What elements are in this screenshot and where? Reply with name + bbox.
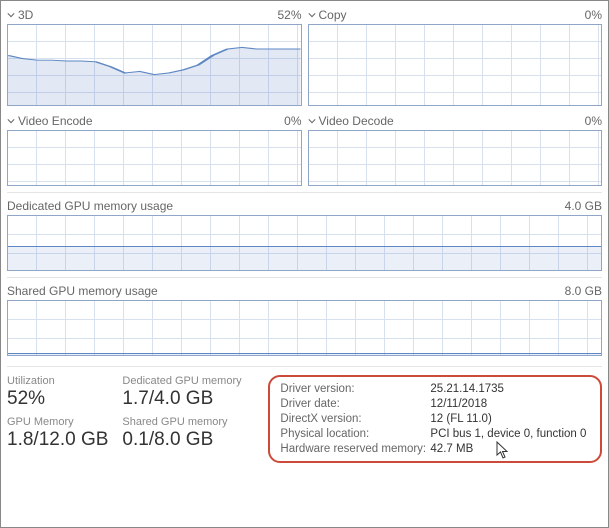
chart-encode-dropdown[interactable]: Video Encode (7, 114, 93, 128)
shared-mem-cap: 8.0 GB (565, 284, 602, 298)
location-value: PCI bus 1, device 0, function 0 (430, 428, 590, 440)
chevron-down-icon (7, 11, 15, 19)
chevron-down-icon (7, 117, 15, 125)
chart-3d-dropdown[interactable]: 3D (7, 8, 33, 22)
driver-date-label: Driver date: (280, 398, 430, 410)
chart-decode: Video Decode 0% (308, 112, 603, 186)
directx-value: 12 (FL 11.0) (430, 413, 590, 425)
chart-3d: 3D 52% (7, 6, 302, 106)
chart-decode-canvas (308, 130, 603, 186)
chart-encode-canvas (7, 130, 302, 186)
dedicated-mem-canvas (7, 215, 602, 271)
shared-mem-label: Shared GPU memory usage (7, 284, 158, 298)
chart-encode-label: Video Encode (18, 114, 93, 128)
chart-3d-label: 3D (18, 8, 33, 22)
utilization-value: 52% (7, 388, 108, 410)
reserved-label: Hardware reserved memory: (280, 443, 430, 455)
shared-mem-header: Shared GPU memory usage 8.0 GB (7, 277, 602, 300)
chart-encode-pct: 0% (284, 114, 301, 128)
chart-encode: Video Encode 0% (7, 112, 302, 186)
stats-row: Utilization 52% GPU Memory 1.8/12.0 GB D… (7, 366, 602, 463)
driver-version-value: 25.21.14.1735 (430, 383, 590, 395)
chevron-down-icon (308, 11, 316, 19)
gpu-memory-value: 1.8/12.0 GB (7, 429, 108, 451)
dedicated-mem-header: Dedicated GPU memory usage 4.0 GB (7, 192, 602, 215)
driver-version-label: Driver version: (280, 383, 430, 395)
chart-copy-dropdown[interactable]: Copy (308, 8, 347, 22)
dedicated-label: Dedicated GPU memory (122, 375, 254, 387)
chart-copy: Copy 0% (308, 6, 603, 106)
chart-3d-canvas (7, 24, 302, 106)
driver-date-value: 12/11/2018 (430, 398, 590, 410)
chevron-down-icon (308, 117, 316, 125)
chart-copy-pct: 0% (585, 8, 602, 22)
chart-copy-canvas (308, 24, 603, 106)
chart-decode-pct: 0% (585, 114, 602, 128)
shared-mem-canvas (7, 300, 602, 356)
chart-decode-label: Video Decode (319, 114, 394, 128)
directx-label: DirectX version: (280, 413, 430, 425)
gpu-memory-label: GPU Memory (7, 416, 108, 428)
dedicated-mem-label: Dedicated GPU memory usage (7, 199, 173, 213)
chart-copy-label: Copy (319, 8, 347, 22)
chart-3d-pct: 52% (277, 8, 301, 22)
driver-details: Driver version: 25.21.14.1735 Driver dat… (268, 375, 602, 463)
location-label: Physical location: (280, 428, 430, 440)
dedicated-mem-cap: 4.0 GB (565, 199, 602, 213)
chart-decode-dropdown[interactable]: Video Decode (308, 114, 394, 128)
utilization-label: Utilization (7, 375, 108, 387)
reserved-value: 42.7 MB (430, 443, 590, 455)
shared-value: 0.1/8.0 GB (122, 429, 254, 451)
shared-label: Shared GPU memory (122, 416, 254, 428)
dedicated-value: 1.7/4.0 GB (122, 388, 254, 410)
